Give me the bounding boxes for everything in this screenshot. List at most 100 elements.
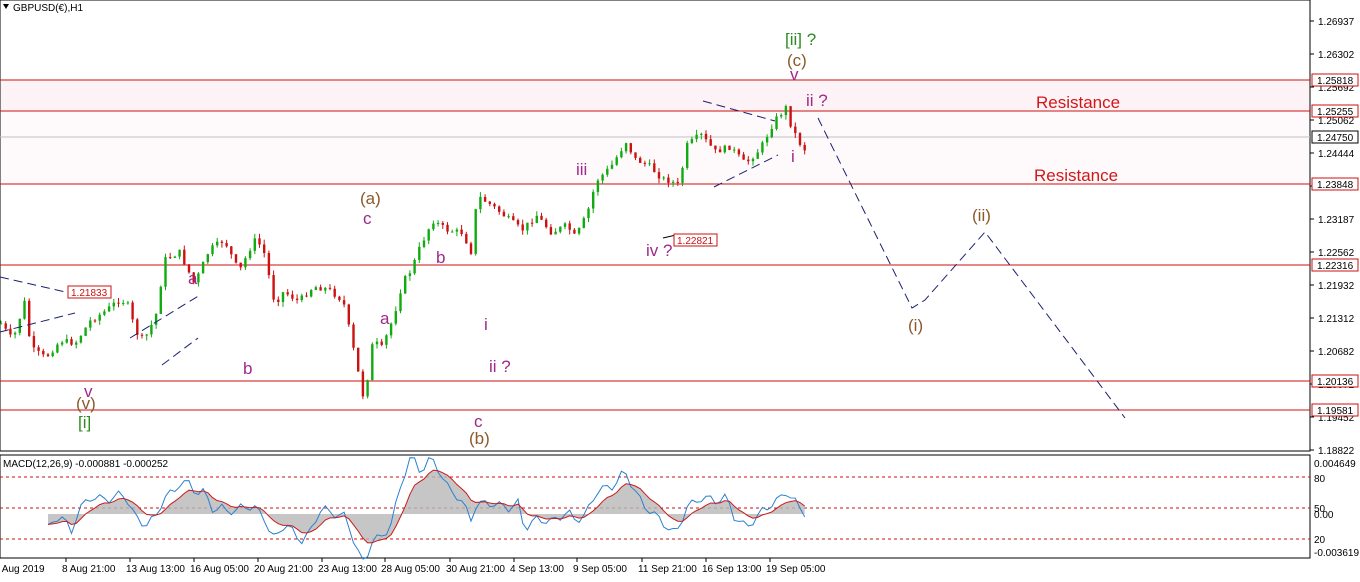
candle-body [784, 106, 788, 116]
candle-body [418, 246, 421, 260]
candle-body [761, 142, 764, 153]
time-tick-label: 4 Sep 13:00 [510, 564, 564, 575]
candle-body [615, 157, 618, 165]
candle-body [122, 302, 125, 304]
resistance-annotation: Resistance [1034, 166, 1118, 185]
macd-tick-label: 0.00 [1314, 510, 1334, 521]
candle-body [568, 223, 571, 230]
candle-body [183, 249, 186, 265]
candle-body [230, 246, 233, 255]
resistance-annotation: Resistance [1036, 93, 1120, 112]
candle-body [742, 154, 745, 160]
candle-body [700, 133, 703, 135]
candle-body [23, 300, 26, 319]
candle-body [0, 323, 3, 325]
candle-body [512, 216, 515, 221]
candle-body [563, 223, 567, 227]
current-price-label: 1.24750 [1317, 133, 1354, 144]
candle-body [13, 332, 17, 335]
candle-body [117, 302, 120, 304]
candle-body [65, 339, 68, 343]
candle-body [751, 158, 755, 162]
candle-body [582, 218, 585, 228]
price-tick-label: 1.23187 [1318, 215, 1355, 226]
macd-tick-label: 80 [1314, 474, 1326, 485]
macd-tick-label: 0.004649 [1314, 459, 1356, 470]
price-tick-label: 1.24444 [1318, 149, 1355, 160]
macd-tick-label: 20 [1314, 535, 1326, 546]
candle-body [704, 133, 708, 140]
wave-label: (i) [908, 316, 923, 335]
candle-body [286, 292, 289, 295]
candle-body [780, 115, 783, 117]
candle-body [89, 320, 92, 328]
time-tick-label: 13 Aug 13:00 [126, 564, 185, 575]
price-callout-label: 1.21833 [71, 288, 108, 299]
candle-body [234, 254, 238, 263]
candle-body [549, 227, 553, 235]
candle-body [502, 211, 506, 217]
candle-body [371, 344, 374, 381]
candle-body [639, 157, 642, 163]
candle-body [775, 116, 778, 129]
price-pane[interactable] [0, 0, 1311, 452]
candle-body [686, 142, 689, 168]
candle-body [267, 253, 271, 276]
candle-body [624, 143, 628, 152]
time-tick-label: 23 Aug 13:00 [318, 564, 377, 575]
time-tick-label: 16 Sep 13:00 [702, 564, 762, 575]
candle-body [657, 172, 661, 179]
wave-label: a [380, 309, 390, 328]
candle-body [37, 347, 40, 351]
candle-body [535, 215, 538, 224]
candle-body [648, 163, 651, 165]
wave-label: iv ? [646, 241, 672, 260]
candle-body [60, 342, 64, 345]
price-tick-label: 1.22562 [1318, 248, 1355, 259]
candle-body [422, 240, 426, 247]
candle-body [389, 323, 393, 336]
candle-body [277, 299, 280, 302]
candle-body [676, 181, 679, 183]
candle-body [728, 145, 731, 150]
candle-body [653, 163, 656, 173]
candle-body [385, 335, 388, 345]
candle-body [436, 222, 440, 224]
candle-body [239, 262, 242, 268]
level-price-label: 1.23848 [1317, 180, 1354, 191]
candle-body [46, 354, 50, 357]
price-callout-label: 1.22821 [677, 236, 714, 247]
candle-body [681, 167, 684, 183]
price-axis: 1.269371.263021.256921.250621.244441.238… [1310, 17, 1359, 457]
candle-body [587, 208, 590, 219]
candle-body [526, 222, 529, 231]
candle-body [765, 137, 769, 143]
candle-body [145, 334, 148, 336]
wave-label: (v) [76, 394, 96, 413]
candle-body [498, 206, 501, 212]
wave-label: b [243, 359, 252, 378]
candle-body [460, 229, 463, 235]
wave-label: iii [576, 160, 587, 179]
candle-body [18, 318, 21, 333]
candle-body [281, 292, 285, 302]
candle-body [507, 216, 510, 218]
candle-body [441, 222, 444, 225]
level-price-label: 1.25255 [1317, 107, 1354, 118]
candle-body [479, 196, 482, 210]
wave-label: (a) [360, 189, 381, 208]
candle-body [164, 257, 167, 287]
candle-body [634, 152, 637, 158]
candle-body [469, 243, 473, 254]
candle-body [154, 313, 158, 325]
price-tick-label: 1.26937 [1318, 17, 1355, 28]
wave-label: (b) [469, 429, 490, 448]
price-tick-label: 1.21312 [1318, 314, 1355, 325]
candle-body [451, 231, 454, 233]
chart-canvas[interactable]: [ii] ?(c)vii ?iiiiiv ?(a)cab(ii)(i)ba iii… [0, 0, 1360, 582]
candle-body [98, 314, 101, 321]
candle-body [201, 262, 205, 274]
candle-body [333, 288, 336, 297]
candle-body [4, 323, 7, 329]
candle-body [375, 341, 379, 345]
